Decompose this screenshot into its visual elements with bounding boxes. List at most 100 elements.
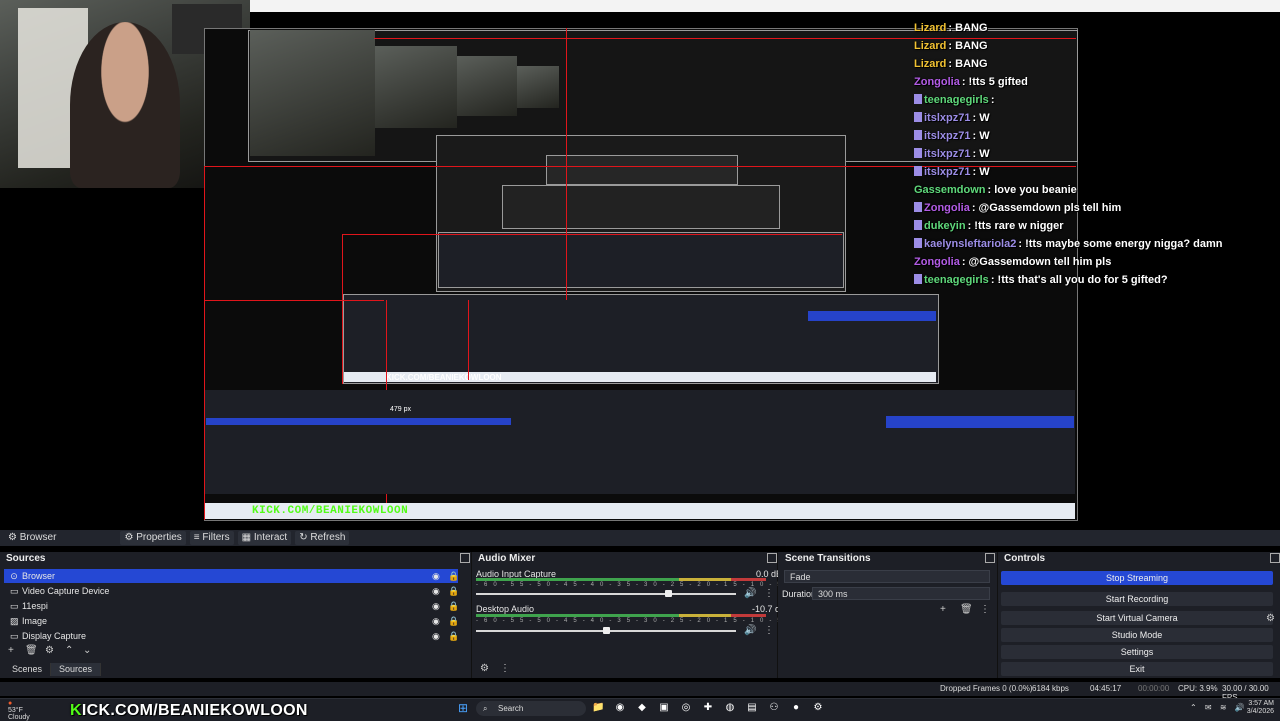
chat-text: : W bbox=[972, 112, 990, 124]
weather-temp: 53°F bbox=[8, 707, 23, 714]
volume-slider-handle[interactable] bbox=[665, 590, 673, 597]
chat-username: Lizard bbox=[914, 40, 947, 52]
filters-label: Filters bbox=[202, 532, 230, 543]
add-source-icon[interactable]: + bbox=[8, 645, 14, 656]
more-options-icon[interactable]: ⋮ bbox=[764, 588, 774, 599]
lock-icon[interactable]: 🔒 bbox=[448, 629, 459, 643]
app-icon[interactable]: ◍ bbox=[724, 702, 736, 714]
chat-text: : bbox=[990, 94, 995, 106]
source-item[interactable]: ▭ Display Capture ◉ 🔒 bbox=[4, 629, 459, 643]
settings-button[interactable]: Settings bbox=[1001, 645, 1273, 659]
speaker-icon[interactable]: 🔊 bbox=[744, 588, 756, 599]
nested-frame bbox=[546, 155, 738, 185]
chat-message: teenagegirls: bbox=[914, 91, 1274, 109]
visibility-eye-icon[interactable]: ◉ bbox=[432, 614, 440, 628]
search-icon: ⌕ bbox=[483, 704, 488, 713]
refresh-button[interactable]: ↻ Refresh bbox=[295, 531, 350, 545]
chat-username: itslxpz71 bbox=[924, 130, 971, 142]
volume-slider[interactable] bbox=[476, 593, 736, 595]
taskbar-clock[interactable]: 3:57 AM 3/4/2026 bbox=[1246, 700, 1274, 716]
start-recording-button[interactable]: Start Recording bbox=[1001, 592, 1273, 606]
obs-icon[interactable]: ● bbox=[790, 702, 802, 714]
system-tray[interactable]: ⌃ ✉ ≋ 🔊 bbox=[1190, 703, 1248, 712]
add-transition-icon[interactable]: + bbox=[940, 604, 946, 615]
duration-field[interactable]: 300 ms bbox=[812, 587, 990, 600]
transition-menu-icon[interactable]: ⋮ bbox=[980, 604, 990, 615]
weather-widget[interactable]: ● 53°F Cloudy bbox=[8, 700, 30, 721]
lock-icon[interactable]: 🔒 bbox=[448, 584, 459, 598]
source-type-icon: ▭ bbox=[10, 601, 19, 611]
lock-icon[interactable]: 🔒 bbox=[448, 599, 459, 613]
clock-time: 3:57 AM bbox=[1248, 700, 1274, 707]
properties-button[interactable]: ⚙ Properties bbox=[120, 531, 186, 545]
stop-streaming-button[interactable]: Stop Streaming bbox=[1001, 571, 1273, 585]
app-icon[interactable]: ⚇ bbox=[768, 702, 780, 714]
studio-mode-button[interactable]: Studio Mode bbox=[1001, 628, 1273, 642]
chat-message: Lizard: BANG bbox=[914, 37, 1274, 55]
virtual-camera-settings-icon[interactable]: ⚙ bbox=[1266, 613, 1275, 624]
transitions-popout-icon[interactable] bbox=[985, 553, 995, 563]
more-options-icon[interactable]: ⋮ bbox=[764, 625, 774, 636]
lock-icon[interactable]: 🔒 bbox=[448, 614, 459, 628]
volume-slider-handle[interactable] bbox=[603, 627, 610, 634]
file-explorer-icon[interactable]: 📁 bbox=[592, 702, 604, 714]
visibility-eye-icon[interactable]: ◉ bbox=[432, 629, 440, 643]
chat-text: : W bbox=[972, 130, 990, 142]
app-icon[interactable]: ✚ bbox=[702, 702, 714, 714]
move-down-icon[interactable]: ⌄ bbox=[83, 645, 91, 656]
windows-start-icon[interactable]: ⊞ bbox=[458, 702, 470, 714]
transition-select[interactable]: Fade bbox=[784, 570, 990, 583]
sources-popout-icon[interactable] bbox=[460, 553, 470, 563]
chat-username: itslxpz71 bbox=[924, 166, 971, 178]
tab-sources[interactable]: Sources bbox=[51, 663, 102, 676]
filters-button[interactable]: ≡ Filters bbox=[189, 531, 234, 545]
kick-banner: KICK.COM/BEANIEKOWLOON bbox=[70, 702, 308, 720]
remove-source-icon[interactable]: 🗑 bbox=[25, 645, 38, 656]
app-icon[interactable]: ▤ bbox=[746, 702, 758, 714]
discord-icon[interactable]: ◆ bbox=[636, 702, 648, 714]
chat-text: : BANG bbox=[948, 22, 988, 34]
stream-preview[interactable]: KICK.COM/BEANIEKOWLOON 479 px KICK.COM/B… bbox=[0, 0, 1280, 530]
chat-text: : @Gassemdown pls tell him bbox=[971, 202, 1122, 214]
guide-line bbox=[342, 234, 842, 235]
nested-frame bbox=[343, 294, 939, 384]
source-properties-icon[interactable]: ⚙ bbox=[45, 645, 54, 656]
taskbar-search[interactable]: ⌕ Search bbox=[476, 701, 586, 716]
guide-line bbox=[468, 300, 469, 380]
visibility-eye-icon[interactable]: ◉ bbox=[432, 584, 440, 598]
source-item[interactable]: ▨ Image ◉ 🔒 bbox=[4, 614, 459, 628]
remove-transition-icon[interactable]: 🗑 bbox=[960, 604, 973, 615]
source-item[interactable]: ▭ Video Capture Device ◉ 🔒 bbox=[4, 584, 459, 598]
start-virtual-camera-button[interactable]: Start Virtual Camera bbox=[1001, 611, 1273, 625]
chat-text: : !tts that's all you do for 5 gifted? bbox=[990, 274, 1168, 286]
visibility-eye-icon[interactable]: ◉ bbox=[432, 569, 440, 583]
sources-title: Sources bbox=[6, 553, 46, 564]
selected-source-label: ⚙ Browser bbox=[8, 532, 57, 543]
tab-scenes[interactable]: Scenes bbox=[4, 663, 52, 676]
speaker-icon[interactable]: 🔊 bbox=[744, 625, 756, 636]
chat-username: teenagegirls bbox=[924, 274, 989, 286]
exit-button[interactable]: Exit bbox=[1001, 662, 1273, 676]
chat-text: : !tts 5 gifted bbox=[961, 76, 1028, 88]
source-toolbar: ⚙ Browser ⚙ Properties ≡ Filters ▦ Inter… bbox=[0, 530, 1280, 546]
advanced-audio-icon[interactable]: ⚙ bbox=[480, 663, 489, 674]
move-up-icon[interactable]: ⌃ bbox=[65, 645, 73, 656]
mixer-popout-icon[interactable] bbox=[767, 553, 777, 563]
recording-time: 00:00:00 bbox=[1138, 684, 1170, 693]
mixer-menu-icon[interactable]: ⋮ bbox=[500, 663, 510, 674]
visibility-eye-icon[interactable]: ◉ bbox=[432, 599, 440, 613]
source-type-icon: ⊙ bbox=[10, 571, 18, 581]
settings-icon[interactable]: ⚙ bbox=[812, 702, 824, 714]
chat-text: : W bbox=[972, 166, 990, 178]
app-icon[interactable]: ▣ bbox=[658, 702, 670, 714]
source-name: Display Capture bbox=[22, 631, 87, 641]
chrome-icon[interactable]: ◉ bbox=[614, 702, 626, 714]
source-item[interactable]: ⊙ Browser ◉ 🔒 bbox=[4, 569, 459, 583]
lock-icon[interactable]: 🔒 bbox=[448, 569, 459, 583]
app-icon[interactable]: ◎ bbox=[680, 702, 692, 714]
source-item[interactable]: ▭ 11espi ◉ 🔒 bbox=[4, 599, 459, 613]
interact-button[interactable]: ▦ Interact bbox=[237, 531, 292, 545]
chat-username: dukeyin bbox=[924, 220, 966, 232]
controls-popout-icon[interactable] bbox=[1270, 553, 1280, 563]
stream-bitrate: 6184 kbps bbox=[1032, 684, 1069, 693]
